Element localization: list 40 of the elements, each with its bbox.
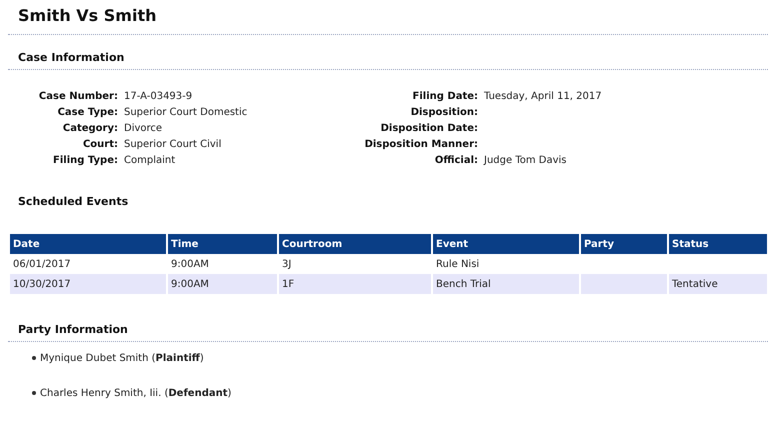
column-header: Party xyxy=(580,234,668,254)
column-header: Time xyxy=(167,234,278,254)
field-value: Superior Court Domestic xyxy=(123,107,248,118)
column-header: Status xyxy=(668,234,768,254)
field-label: Disposition: xyxy=(410,107,478,118)
field-value: Judge Tom Davis xyxy=(482,155,566,166)
field-label: Filing Type: xyxy=(53,155,118,166)
table-cell: 9:00AM xyxy=(171,258,209,270)
field-value: Complaint xyxy=(123,155,176,166)
section-heading: Party Information xyxy=(18,323,128,336)
field-label: Category: xyxy=(62,123,118,134)
table-cell: 1F xyxy=(282,278,294,290)
table-cell: 9:00AM xyxy=(171,278,209,290)
table-cell: Bench Trial xyxy=(436,278,491,290)
column-header: Date xyxy=(10,234,167,254)
party-name: Mynique Dubet Smith (Plaintiff) xyxy=(40,352,204,364)
column-header: Event xyxy=(432,234,580,254)
field-label: Disposition Manner: xyxy=(364,139,478,150)
field-label: Filing Date: xyxy=(412,91,478,102)
table-cell: 3J xyxy=(282,258,292,270)
section-heading: Case Information xyxy=(18,51,124,64)
table-cell: Tentative xyxy=(672,278,718,290)
field-value: 17-A-03493-9 xyxy=(123,91,192,102)
field-label: Disposition Date: xyxy=(380,123,478,134)
party-name: Charles Henry Smith, Iii. (Defendant) xyxy=(40,388,232,398)
bullet-icon xyxy=(32,391,36,395)
field-value: Divorce xyxy=(123,123,162,134)
field-label: Official: xyxy=(434,155,478,166)
page-title: Smith Vs Smith xyxy=(17,5,158,25)
field-label: Case Type: xyxy=(58,107,118,118)
table-cell: Rule Nisi xyxy=(436,258,480,270)
section-heading: Scheduled Events xyxy=(18,195,128,208)
field-label: Case Number: xyxy=(38,91,118,102)
field-value: Superior Court Civil xyxy=(123,139,222,150)
column-header: Courtroom xyxy=(278,234,432,254)
table-cell: 10/30/2017 xyxy=(13,278,71,290)
field-value: Tuesday, April 11, 2017 xyxy=(483,91,602,102)
table-cell: 06/01/2017 xyxy=(13,258,71,270)
bullet-icon xyxy=(32,356,36,360)
field-label: Court: xyxy=(82,139,118,150)
